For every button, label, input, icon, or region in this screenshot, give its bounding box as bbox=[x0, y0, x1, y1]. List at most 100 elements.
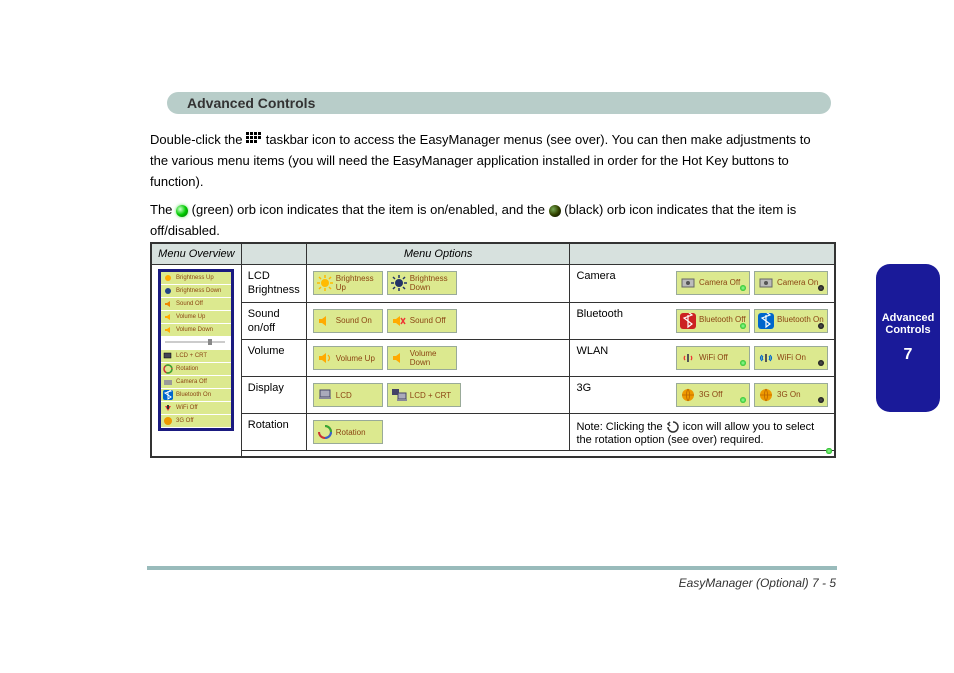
volume-up-button[interactable]: Volume Up bbox=[313, 346, 383, 370]
mini-item: Volume Up bbox=[161, 311, 231, 324]
led-icon bbox=[818, 360, 824, 366]
display-icon bbox=[162, 351, 174, 361]
intro-para-2: The (green) orb icon indicates that the … bbox=[150, 200, 830, 242]
btn-label: Bluetooth Off bbox=[699, 315, 746, 325]
lcd-crt-button[interactable]: LCD + CRT bbox=[387, 383, 461, 407]
brightness-up-button[interactable]: Brightness Up bbox=[313, 271, 383, 295]
mini-text: Sound Off bbox=[176, 301, 203, 307]
mini-item: Camera Off bbox=[161, 376, 231, 389]
taskbar-grid-icon bbox=[246, 132, 262, 144]
btn-label: Brightness Up bbox=[336, 274, 379, 292]
th-blank bbox=[241, 244, 306, 265]
mini-item: Brightness Down bbox=[161, 285, 231, 298]
btn-label: WiFi On bbox=[777, 353, 806, 363]
row-note: Note: Clicking the icon will allow you t… bbox=[570, 414, 835, 451]
mini-item: Sound Off bbox=[161, 298, 231, 311]
3g-off-button[interactable]: 3G Off bbox=[676, 383, 750, 407]
row-label: Camera Camera Off Camera On bbox=[570, 265, 835, 303]
wifi-on-icon bbox=[758, 350, 774, 366]
mini-item: Rotation bbox=[161, 363, 231, 376]
volume-down-button[interactable]: Volume Down bbox=[387, 346, 457, 370]
led-icon bbox=[740, 285, 746, 291]
globe-icon bbox=[758, 387, 774, 403]
globe-icon bbox=[162, 416, 174, 426]
bluetooth-icon bbox=[680, 313, 696, 329]
row-btns: Bluetooth Bluetooth Off Bluetooth On bbox=[570, 302, 835, 340]
mini-item: WiFi Off bbox=[161, 402, 231, 415]
bluetooth-off-button[interactable]: Bluetooth Off bbox=[676, 309, 750, 333]
mini-text: Bluetooth On bbox=[176, 392, 211, 398]
wifi-on-button[interactable]: WiFi On bbox=[754, 346, 828, 370]
col-label: Camera bbox=[576, 270, 615, 282]
footer-rule bbox=[147, 566, 837, 570]
bluetooth-on-button[interactable]: Bluetooth On bbox=[754, 309, 828, 333]
intro2-pre: The bbox=[150, 202, 176, 217]
mini-slider bbox=[161, 337, 231, 347]
camera-on-button[interactable]: Camera On bbox=[754, 271, 828, 295]
btn-label: Sound Off bbox=[410, 316, 446, 325]
mini-text: Volume Up bbox=[176, 314, 205, 320]
col-label: 3G bbox=[576, 382, 591, 394]
section-header-text: Advanced Controls bbox=[187, 95, 315, 111]
row-btns: 3G 3G Off 3G On bbox=[570, 377, 835, 414]
led-icon bbox=[818, 397, 824, 403]
side-line2: Controls bbox=[882, 324, 935, 336]
table-row: Rotation Rotation Note: Clicking the ico… bbox=[152, 414, 835, 451]
wifi-off-button[interactable]: WiFi Off bbox=[676, 346, 750, 370]
mini-item: Bluetooth On bbox=[161, 389, 231, 402]
lcd-button[interactable]: LCD bbox=[313, 383, 383, 407]
btn-label: 3G On bbox=[777, 390, 801, 400]
empty-row bbox=[241, 451, 834, 457]
btn-label: Camera On bbox=[777, 278, 818, 288]
rotate-icon bbox=[162, 364, 174, 374]
led-icon bbox=[818, 323, 824, 329]
mini-text: LCD + CRT bbox=[176, 353, 207, 359]
intro-pre: Double-click the bbox=[150, 132, 246, 147]
row-btns: Brightness Up Brightness Down bbox=[306, 265, 570, 303]
sun-icon bbox=[162, 273, 174, 283]
th-menu-overview: Menu Overview bbox=[152, 244, 242, 265]
3g-on-button[interactable]: 3G On bbox=[754, 383, 828, 407]
sound-off-button[interactable]: Sound Off bbox=[387, 309, 457, 333]
mini-menu-panel: Brightness Up Brightness Down Sound Off … bbox=[158, 269, 234, 431]
brightness-down-button[interactable]: Brightness Down bbox=[387, 271, 457, 295]
table-row: Display LCD LCD + CRT 3G 3G Off 3G On bbox=[152, 377, 835, 414]
btn-label: Volume Down bbox=[410, 349, 453, 367]
sound-on-button[interactable]: Sound On bbox=[313, 309, 383, 333]
mini-item: Volume Down bbox=[161, 324, 231, 337]
led-icon bbox=[740, 323, 746, 329]
mini-text: Rotation bbox=[176, 366, 198, 372]
mini-text: Volume Down bbox=[176, 327, 213, 333]
wifi-off-icon bbox=[680, 350, 696, 366]
sun-dark-icon bbox=[391, 275, 407, 291]
col-label: Bluetooth bbox=[576, 308, 622, 320]
btn-label: Volume Up bbox=[336, 354, 375, 363]
table-row bbox=[152, 451, 835, 457]
rotation-button[interactable]: Rotation bbox=[313, 420, 383, 444]
laptop-crt-icon bbox=[391, 387, 407, 403]
camera-off-button[interactable]: Camera Off bbox=[676, 271, 750, 295]
th-menu-options: Menu Options bbox=[306, 244, 570, 265]
rotate-small-icon bbox=[666, 421, 680, 433]
row-btns: Rotation bbox=[306, 414, 570, 451]
footer-text: EasyManager (Optional) 7 - 5 bbox=[150, 576, 836, 590]
mini-item: Brightness Up bbox=[161, 272, 231, 285]
mini-text: Camera Off bbox=[176, 379, 207, 385]
led-icon bbox=[740, 360, 746, 366]
row-label: LCD Brightness bbox=[241, 265, 306, 303]
camera-icon bbox=[162, 377, 174, 387]
camera-icon bbox=[680, 275, 696, 291]
mini-text: WiFi Off bbox=[176, 405, 198, 411]
row-btns: WLAN WiFi Off WiFi On bbox=[570, 340, 835, 377]
btn-label: Sound On bbox=[336, 316, 372, 325]
row-btns: LCD LCD + CRT bbox=[306, 377, 570, 414]
btn-label: Brightness Down bbox=[410, 274, 453, 292]
side-page: 7 bbox=[882, 346, 935, 364]
table-row: Brightness Up Brightness Down Sound Off … bbox=[152, 265, 835, 303]
globe-icon bbox=[680, 387, 696, 403]
camera-icon bbox=[758, 275, 774, 291]
bluetooth-icon bbox=[162, 390, 174, 400]
wifi-icon bbox=[162, 403, 174, 413]
th-blank2 bbox=[570, 244, 835, 265]
intro2-mid: (green) orb icon indicates that the item… bbox=[192, 202, 549, 217]
